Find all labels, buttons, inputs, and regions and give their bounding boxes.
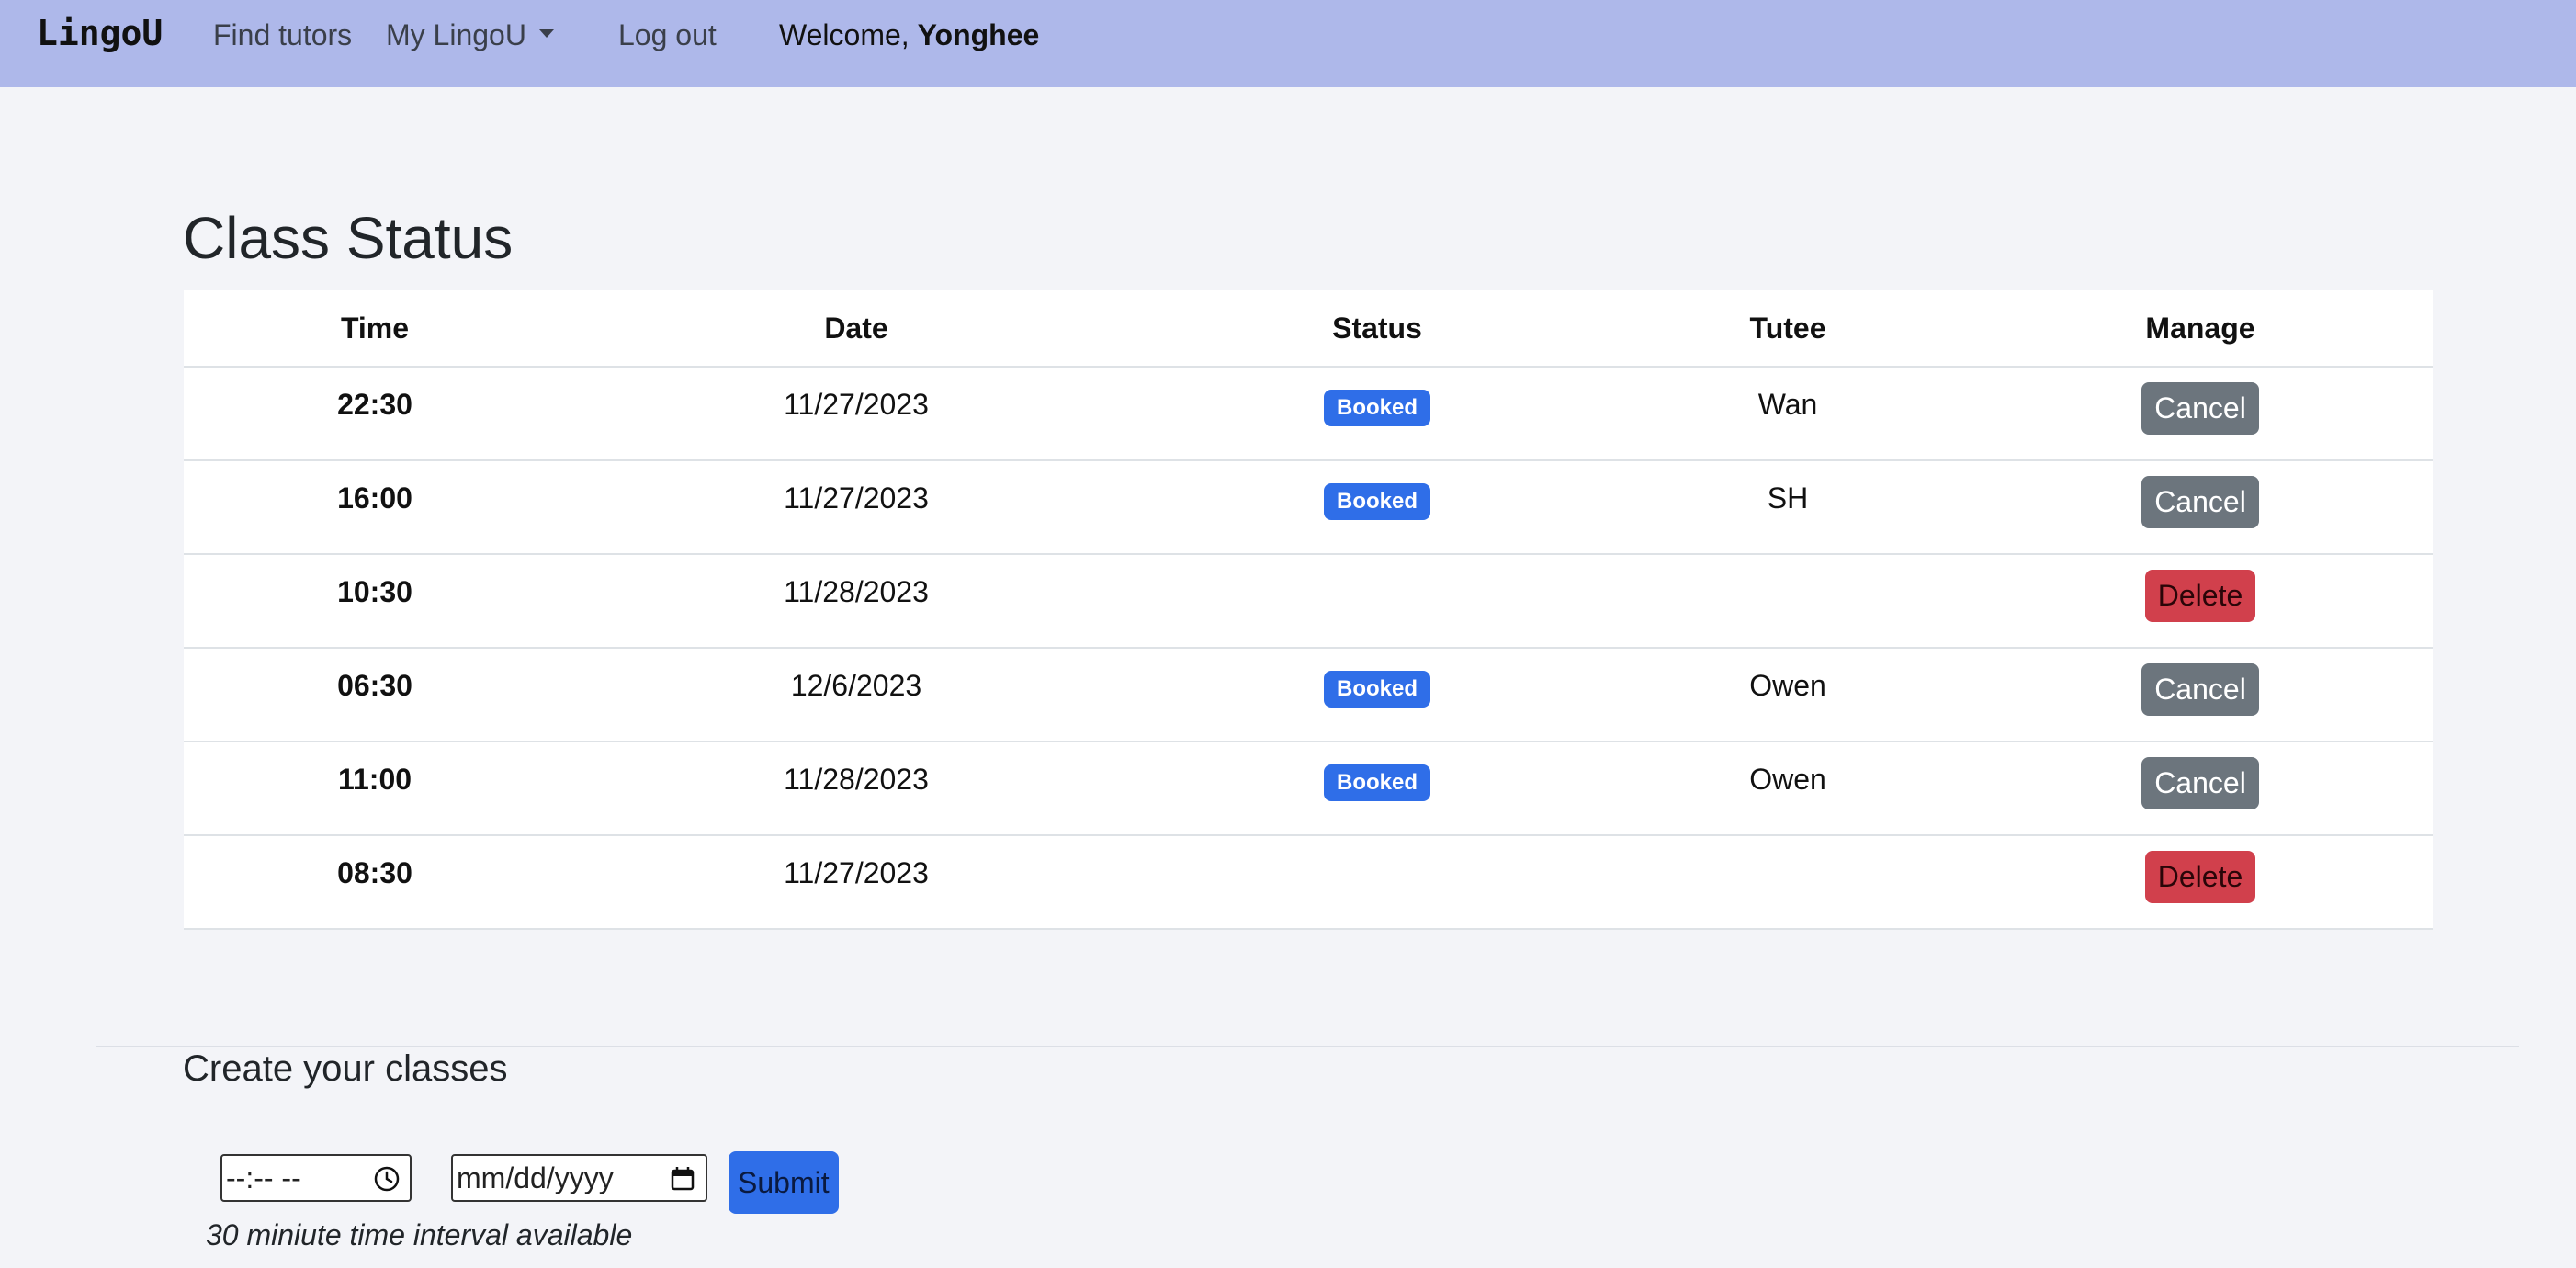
- clock-icon[interactable]: [371, 1163, 402, 1202]
- date-value: 11/28/2023: [784, 575, 929, 608]
- tutee-cell: SH: [1608, 460, 1968, 555]
- table-row: 16:00 11/27/2023 Booked SH Cancel: [184, 460, 2433, 555]
- date-value: 11/27/2023: [784, 388, 929, 421]
- chevron-down-icon: [538, 29, 554, 39]
- date-value: 11/27/2023: [784, 481, 929, 515]
- date-cell: 12/6/2023: [566, 648, 1147, 742]
- status-cell: [1147, 835, 1608, 930]
- table-row: 22:30 11/27/2023 Booked Wan Cancel: [184, 367, 2433, 461]
- date-value: 11/27/2023: [784, 856, 929, 889]
- status-badge: Booked: [1323, 764, 1430, 801]
- header-manage: Manage: [1968, 290, 2433, 368]
- date-input[interactable]: mm/dd/yyyy: [451, 1154, 707, 1202]
- status-cell: Booked: [1147, 367, 1608, 461]
- time-value: 08:30: [337, 856, 412, 889]
- cancel-button[interactable]: Cancel: [2141, 757, 2259, 809]
- status-badge: Booked: [1323, 483, 1430, 520]
- date-cell: 11/28/2023: [566, 554, 1147, 649]
- time-cell: 11:00: [184, 742, 566, 836]
- page-title: Class Status: [183, 205, 514, 271]
- status-cell: Booked: [1147, 460, 1608, 555]
- delete-button[interactable]: Delete: [2144, 570, 2256, 622]
- welcome-message: Welcome, Yonghee: [779, 18, 1039, 52]
- nav-find-tutors[interactable]: Find tutors: [213, 18, 352, 52]
- create-classes-title: Create your classes: [183, 1048, 508, 1089]
- table-header-row: Time Date Status Tutee Manage: [184, 290, 2433, 368]
- username: Yonghee: [917, 18, 1040, 51]
- time-value: 22:30: [337, 388, 412, 421]
- time-input[interactable]: --:-- --: [220, 1154, 412, 1202]
- date-cell: 11/27/2023: [566, 835, 1147, 930]
- header-time: Time: [184, 290, 566, 368]
- date-cell: 11/27/2023: [566, 367, 1147, 461]
- time-value: 11:00: [337, 763, 412, 796]
- header-status: Status: [1147, 290, 1608, 368]
- tutee-cell: Owen: [1608, 742, 1968, 836]
- status-cell: [1147, 554, 1608, 649]
- nav-my-lingou-dropdown[interactable]: My LingoU: [386, 18, 554, 52]
- status-cell: Booked: [1147, 648, 1608, 742]
- delete-button[interactable]: Delete: [2144, 851, 2256, 903]
- date-value: 11/28/2023: [784, 763, 929, 796]
- tutee-value: Wan: [1757, 388, 1818, 421]
- time-cell: 22:30: [184, 367, 566, 461]
- time-value: 10:30: [337, 575, 412, 608]
- time-interval-hint: 30 miniute time interval available: [206, 1218, 633, 1251]
- brand-logo[interactable]: LingoU: [37, 13, 163, 53]
- table-row: 10:30 11/28/2023 Delete: [184, 554, 2433, 649]
- table-row: 11:00 11/28/2023 Booked Owen Cancel: [184, 742, 2433, 836]
- status-badge: Booked: [1323, 671, 1430, 708]
- welcome-prefix: Welcome,: [779, 18, 910, 51]
- class-status-table: Time Date Status Tutee Manage 22:30 11/27…: [184, 290, 2433, 930]
- manage-cell: Cancel: [1968, 742, 2433, 836]
- status-badge: Booked: [1323, 390, 1430, 426]
- header-tutee: Tutee: [1608, 290, 1968, 368]
- tutee-value: SH: [1767, 481, 1809, 515]
- tutee-value: Owen: [1749, 669, 1826, 702]
- table-row: 08:30 11/27/2023 Delete: [184, 835, 2433, 930]
- section-divider: [96, 1046, 2519, 1047]
- cancel-button[interactable]: Cancel: [2141, 476, 2259, 528]
- tutee-cell: Owen: [1608, 648, 1968, 742]
- time-placeholder: --:-- --: [226, 1160, 301, 1194]
- date-cell: 11/28/2023: [566, 742, 1147, 836]
- tutee-cell: [1608, 835, 1968, 930]
- time-cell: 10:30: [184, 554, 566, 649]
- time-cell: 16:00: [184, 460, 566, 555]
- cancel-button[interactable]: Cancel: [2141, 663, 2259, 716]
- calendar-icon[interactable]: [667, 1163, 698, 1202]
- date-value: 12/6/2023: [790, 669, 922, 702]
- tutee-value: [1608, 555, 1968, 575]
- time-value: 16:00: [337, 481, 412, 515]
- manage-cell: Cancel: [1968, 367, 2433, 461]
- tutee-cell: [1608, 554, 1968, 649]
- table-row: 06:30 12/6/2023 Booked Owen Cancel: [184, 648, 2433, 742]
- manage-cell: Cancel: [1968, 648, 2433, 742]
- cancel-button[interactable]: Cancel: [2141, 382, 2259, 435]
- navbar: LingoU Find tutors My LingoU Log out Wel…: [0, 0, 2576, 87]
- time-value: 06:30: [337, 669, 412, 702]
- manage-cell: Delete: [1968, 835, 2433, 930]
- manage-cell: Cancel: [1968, 460, 2433, 555]
- submit-button[interactable]: Submit: [729, 1151, 839, 1214]
- tutee-cell: Wan: [1608, 367, 1968, 461]
- time-cell: 06:30: [184, 648, 566, 742]
- status-cell: Booked: [1147, 742, 1608, 836]
- time-cell: 08:30: [184, 835, 566, 930]
- header-date: Date: [566, 290, 1147, 368]
- tutee-value: Owen: [1749, 763, 1826, 796]
- date-cell: 11/27/2023: [566, 460, 1147, 555]
- nav-my-lingou-label: My LingoU: [386, 18, 526, 51]
- nav-log-out[interactable]: Log out: [618, 18, 717, 52]
- tutee-value: [1608, 836, 1968, 856]
- manage-cell: Delete: [1968, 554, 2433, 649]
- date-placeholder: mm/dd/yyyy: [457, 1160, 614, 1194]
- table-body: 22:30 11/27/2023 Booked Wan Cancel 16:00 11/27…: [184, 367, 2433, 930]
